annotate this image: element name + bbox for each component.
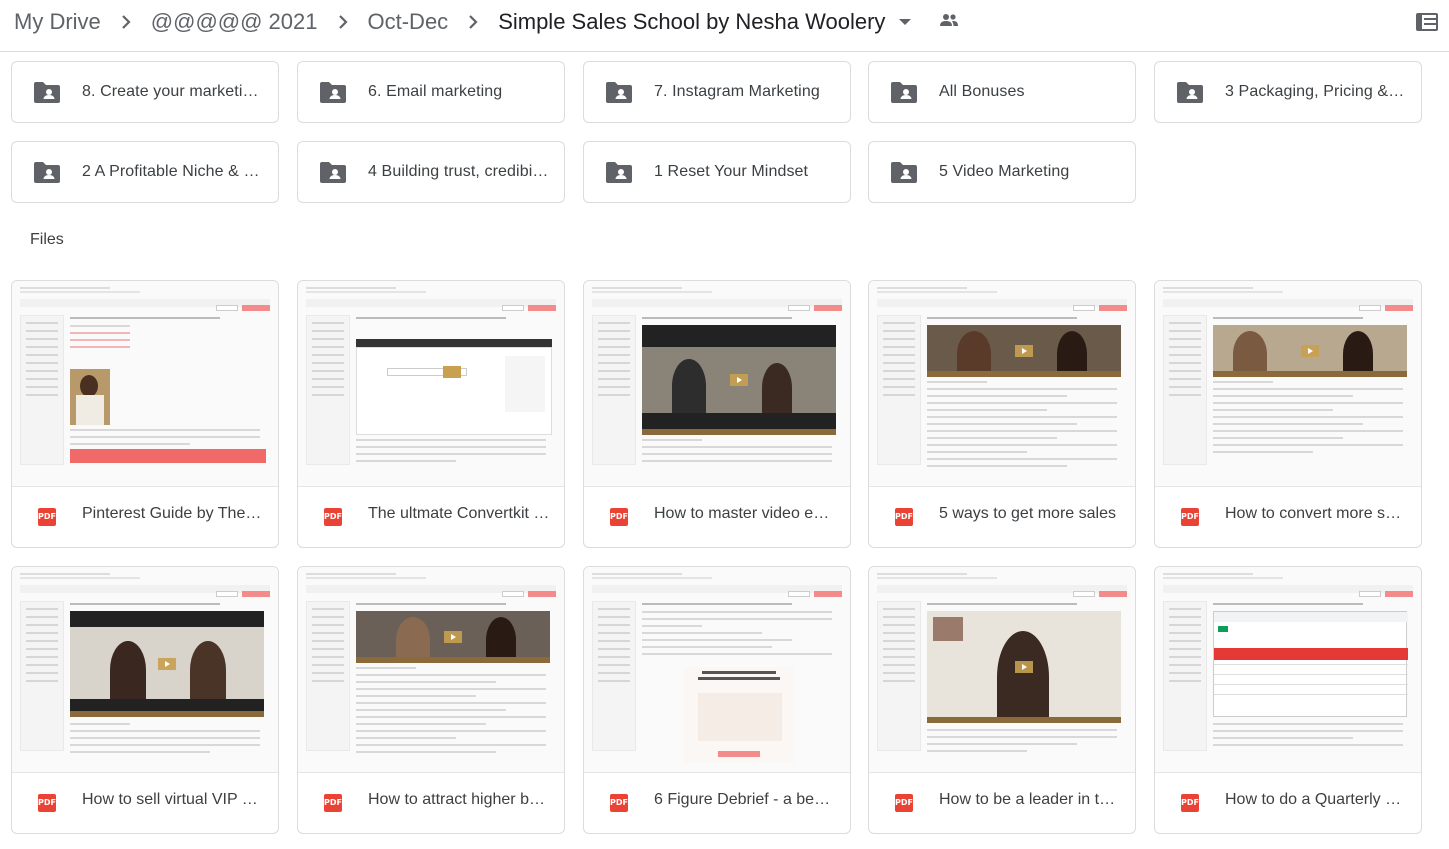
folder-card[interactable]: 5 Video Marketing [868,141,1136,203]
file-card[interactable]: PDF How to master video editing [583,280,851,548]
shared-folder-icon [891,161,917,188]
pdf-icon: PDF [610,508,628,526]
file-thumbnail [869,567,1135,773]
file-card[interactable]: PDF How to sell virtual VIP days [11,566,279,834]
pdf-icon: PDF [1181,794,1199,812]
file-card[interactable]: PDF Pinterest Guide by The Wellthiest Cr… [11,280,279,548]
chevron-right-icon [318,14,368,30]
file-thumbnail [584,281,850,487]
folder-card[interactable]: 4 Building trust, credibility & authorit… [297,141,565,203]
file-thumbnail [12,281,278,487]
arrow-drop-down-icon[interactable] [899,19,912,25]
file-thumbnail [584,567,850,773]
file-card[interactable]: PDF 5 ways to get more sales [868,280,1136,548]
folder-card[interactable]: 7. Instagram Marketing [583,61,851,123]
file-card[interactable]: PDF How to do a Quarterly Review [1154,566,1422,834]
folder-card[interactable]: 2 A Profitable Niche & Ideal Client [11,141,279,203]
file-name: How to attract higher budget clients [368,791,550,808]
file-card[interactable]: PDF The ultmate Convertkit tutorial [297,280,565,548]
shared-folder-icon [320,161,346,188]
file-thumbnail [298,281,564,487]
breadcrumb-2021[interactable]: @@@@@ 2021 [151,6,318,38]
shared-folder-icon [34,81,60,108]
breadcrumb-oct-dec[interactable]: Oct-Dec [368,6,449,38]
shared-folder-icon [1177,81,1203,108]
folder-name: 6. Email marketing [368,83,503,100]
folder-card[interactable]: 1 Reset Your Mindset [583,141,851,203]
breadcrumb: My Drive @@@@@ 2021 Oct-Dec Simple Sales… [14,6,959,38]
file-thumbnail [298,567,564,773]
shared-folder-icon [34,161,60,188]
folder-name: 1 Reset Your Mindset [654,163,809,180]
pdf-icon: PDF [610,794,628,812]
pdf-icon: PDF [38,794,56,812]
list-view-icon[interactable] [1415,10,1439,39]
file-name: Pinterest Guide by The Wellthiest Creati… [82,505,264,522]
pdf-icon: PDF [38,508,56,526]
shared-folder-icon [606,161,632,188]
file-thumbnail [1155,281,1421,487]
file-name: How to be a leader in the online space [939,791,1121,808]
folder-card[interactable]: 6. Email marketing [297,61,565,123]
file-thumbnail [12,567,278,773]
folder-name: 2 A Profitable Niche & Ideal Client [82,163,264,180]
folder-name: 8. Create your marketing plan [82,83,264,100]
file-card[interactable]: PDF How to convert more sales [1154,280,1422,548]
folder-name: 4 Building trust, credibility & authorit… [368,163,550,180]
file-name: 6 Figure Debrief - a behind the scenes [654,791,836,808]
file-name: The ultmate Convertkit tutorial [368,505,550,522]
file-card[interactable]: PDF How to be a leader in the online spa… [868,566,1136,834]
file-thumbnail [869,281,1135,487]
files-section-label: Files [30,231,64,248]
folder-name: 5 Video Marketing [939,163,1070,180]
shared-folder-icon [891,81,917,108]
shared-folder-icon [320,81,346,108]
pdf-icon: PDF [324,508,342,526]
pdf-icon: PDF [895,794,913,812]
people-icon[interactable] [939,13,959,32]
folder-name: 7. Instagram Marketing [654,83,820,100]
folder-card[interactable]: All Bonuses [868,61,1136,123]
file-card[interactable]: PDF How to attract higher budget clients [297,566,565,834]
breadcrumb-my-drive[interactable]: My Drive [14,6,101,38]
pdf-icon: PDF [324,794,342,812]
file-name: 5 ways to get more sales [939,505,1116,522]
file-name: How to sell virtual VIP days [82,791,264,808]
file-thumbnail [1155,567,1421,773]
file-name: How to convert more sales [1225,505,1407,522]
shared-folder-icon [606,81,632,108]
folder-name: 3 Packaging, Pricing & Positioning [1225,83,1407,100]
folder-card[interactable]: 3 Packaging, Pricing & Positioning [1154,61,1422,123]
folder-name: All Bonuses [939,83,1025,100]
chevron-right-icon [101,14,151,30]
file-card[interactable]: PDF 6 Figure Debrief - a behind the scen… [583,566,851,834]
breadcrumb-current-folder[interactable]: Simple Sales School by Nesha Woolery [498,6,885,38]
file-name: How to master video editing [654,505,836,522]
pdf-icon: PDF [895,508,913,526]
file-name: How to do a Quarterly Review [1225,791,1407,808]
drive-header: My Drive @@@@@ 2021 Oct-Dec Simple Sales… [0,0,1449,52]
pdf-icon: PDF [1181,508,1199,526]
chevron-right-icon [448,14,498,30]
folder-card[interactable]: 8. Create your marketing plan [11,61,279,123]
